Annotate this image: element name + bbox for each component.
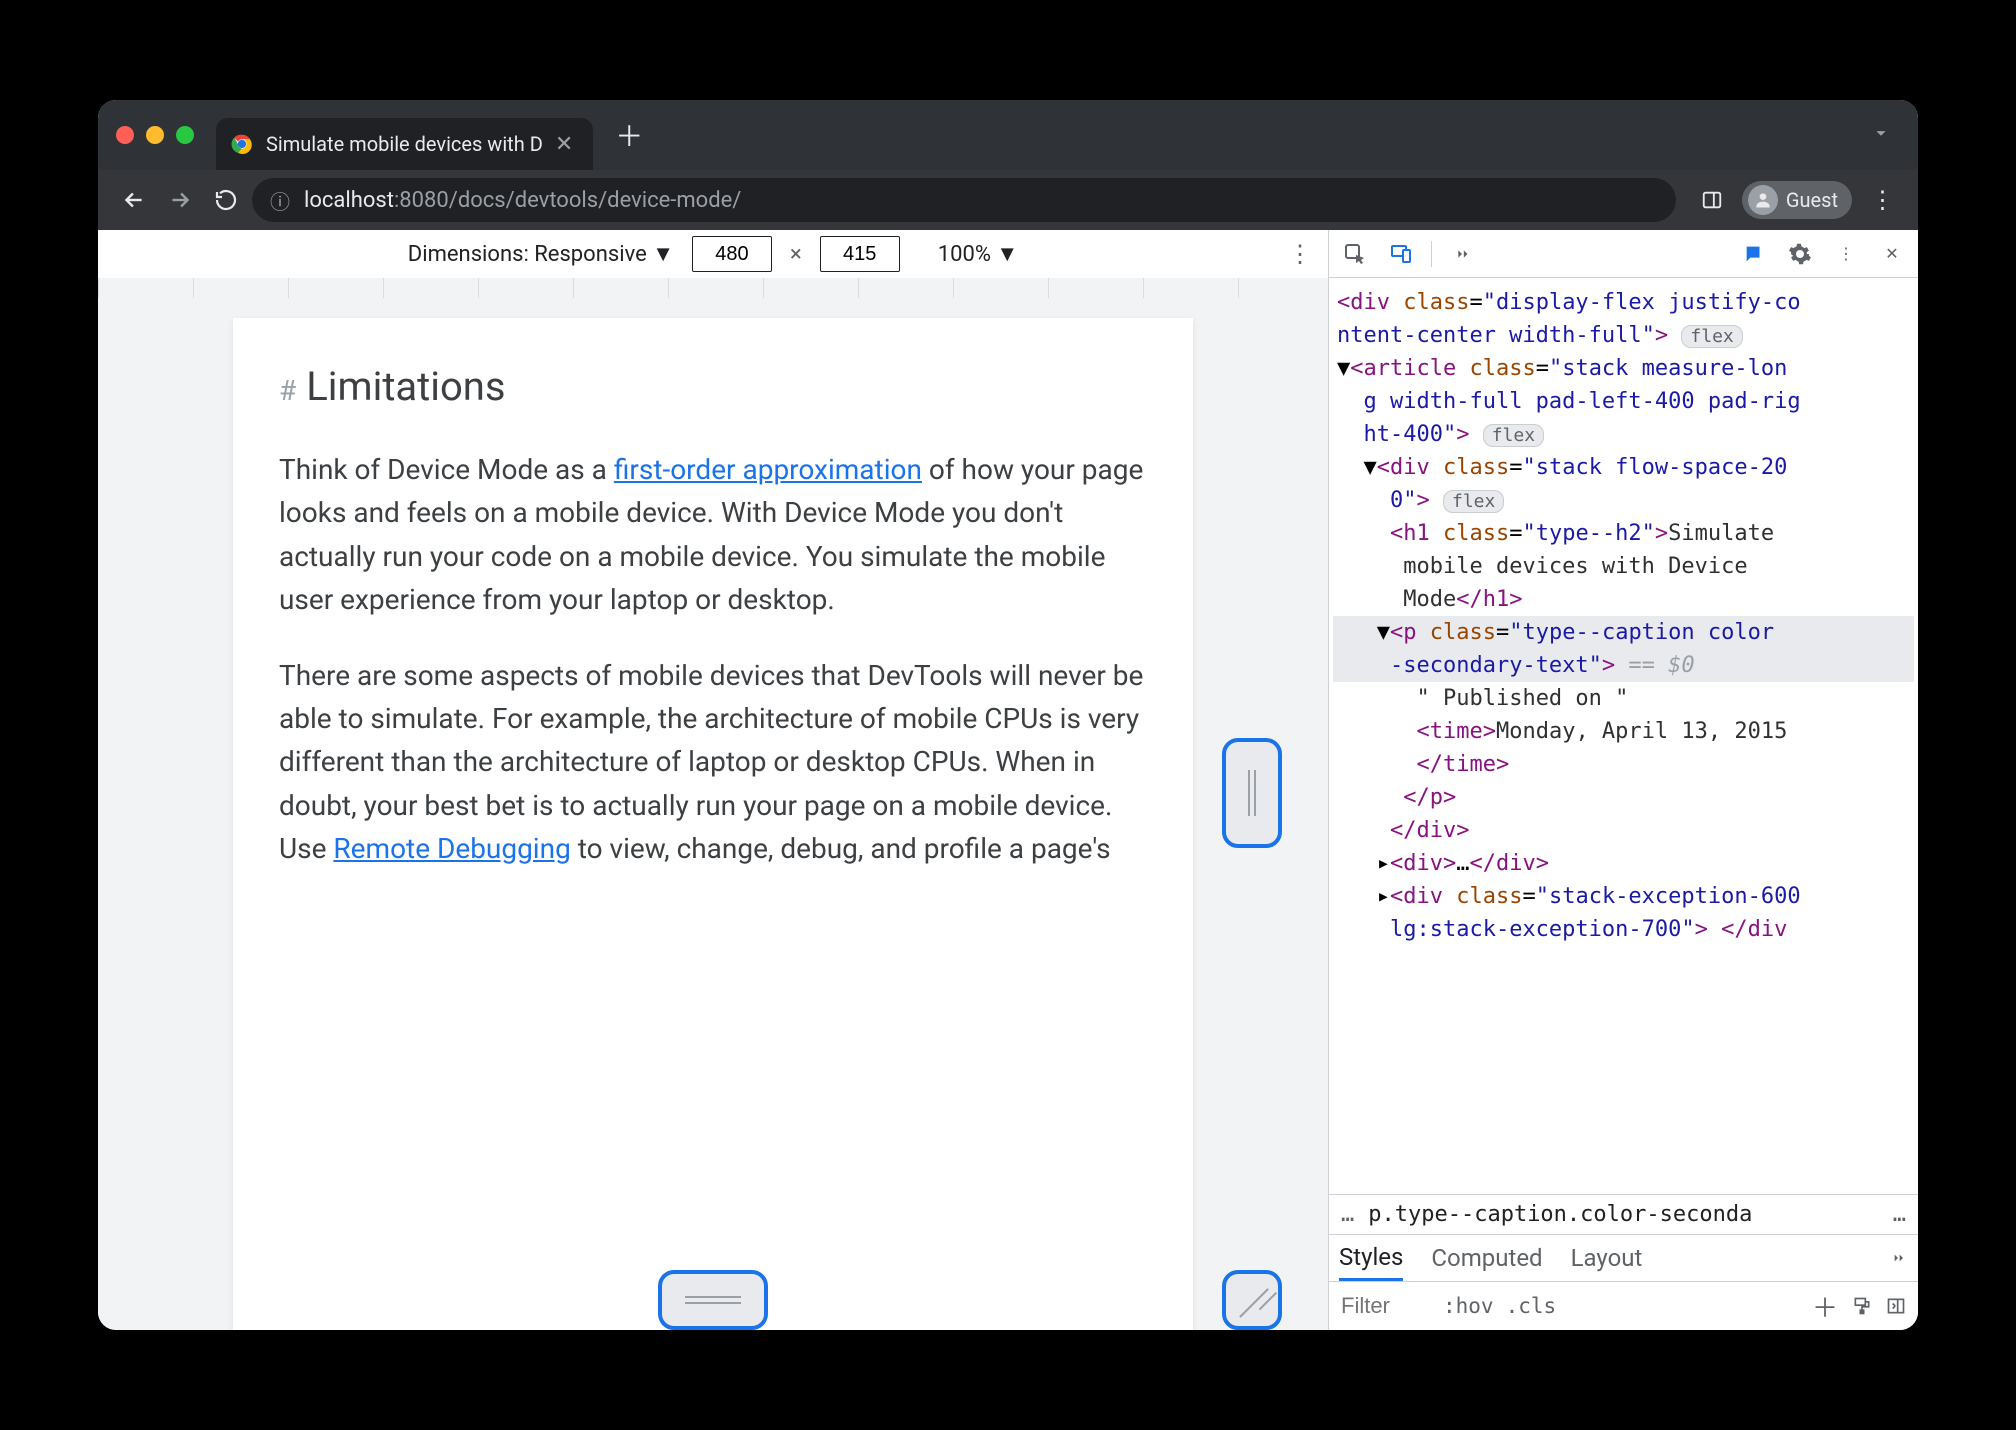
address-bar[interactable]: ⓘ localhost:8080/docs/devtools/device-mo…	[252, 178, 1676, 222]
profile-label: Guest	[1786, 188, 1838, 212]
browser-toolbar: ⓘ localhost:8080/docs/devtools/device-mo…	[98, 170, 1918, 230]
more-tabs-icon[interactable]	[1446, 238, 1478, 270]
close-window-button[interactable]	[116, 126, 134, 144]
side-panel-icon[interactable]	[1692, 180, 1732, 220]
tab-computed[interactable]: Computed	[1431, 1235, 1542, 1281]
styles-toolbar: :hov .cls ＋	[1329, 1282, 1918, 1330]
toolbar-right: Guest ⋮	[1692, 180, 1902, 220]
first-order-link[interactable]: first-order approximation	[614, 453, 922, 486]
remote-debugging-link[interactable]: Remote Debugging	[333, 832, 570, 865]
section-heading: # Limitations	[279, 356, 1147, 418]
devtools-menu-icon[interactable]: ⋮	[1830, 238, 1862, 270]
forward-button[interactable]	[160, 180, 200, 220]
cls-toggle[interactable]: .cls	[1506, 1294, 1557, 1318]
title-bar: Simulate mobile devices with D ✕ ＋	[98, 100, 1918, 170]
paragraph: There are some aspects of mobile devices…	[279, 654, 1147, 871]
issues-icon[interactable]	[1738, 238, 1770, 270]
settings-icon[interactable]	[1784, 238, 1816, 270]
zoom-dropdown[interactable]: 100% ▼	[938, 241, 1018, 267]
device-toggle-icon[interactable]	[1385, 238, 1417, 270]
url-text: localhost:8080/docs/devtools/device-mode…	[304, 188, 741, 213]
resize-handle-right[interactable]	[1222, 738, 1282, 848]
chrome-favicon-icon	[230, 132, 254, 156]
dimension-separator: ×	[790, 242, 802, 267]
reload-button[interactable]	[206, 180, 246, 220]
breadcrumb[interactable]: … p.type--caption.color-seconda …	[1329, 1194, 1918, 1234]
resize-handle-corner[interactable]	[1222, 1270, 1282, 1330]
toggle-sidebar-icon[interactable]	[1886, 1296, 1906, 1316]
tab-title: Simulate mobile devices with D	[266, 132, 543, 156]
minimize-window-button[interactable]	[146, 126, 164, 144]
maximize-window-button[interactable]	[176, 126, 194, 144]
avatar-icon	[1748, 185, 1778, 215]
hov-toggle[interactable]: :hov	[1443, 1294, 1494, 1318]
viewport-body: # Limitations Think of Device Mode as a …	[98, 298, 1328, 1330]
new-style-icon[interactable]: ＋	[1812, 1288, 1838, 1325]
devtools-panel: ⋮ ✕ <div class="display-flex justify-co …	[1328, 230, 1918, 1330]
viewport-ruler	[98, 278, 1328, 298]
device-toolbar: Dimensions: Responsive ▼ × 100% ▼ ⋮	[98, 230, 1328, 278]
height-input[interactable]	[820, 236, 900, 272]
devtools-close-icon[interactable]: ✕	[1876, 238, 1908, 270]
paragraph: Think of Device Mode as a first-order ap…	[279, 448, 1147, 622]
styles-tabstrip: Styles Computed Layout	[1329, 1234, 1918, 1282]
styles-more-icon[interactable]	[1888, 1235, 1908, 1281]
styles-filter-input[interactable]	[1341, 1293, 1431, 1319]
width-input[interactable]	[692, 236, 772, 272]
window-controls	[116, 126, 194, 144]
elements-tree[interactable]: <div class="display-flex justify-co nten…	[1329, 278, 1918, 1194]
heading-anchor-icon[interactable]: #	[279, 369, 296, 412]
browser-window: Simulate mobile devices with D ✕ ＋ ⓘ loc…	[98, 100, 1918, 1330]
browser-tab[interactable]: Simulate mobile devices with D ✕	[216, 118, 593, 170]
dimensions-dropdown[interactable]: Dimensions: Responsive ▼	[408, 241, 674, 267]
tab-close-icon[interactable]: ✕	[555, 132, 573, 157]
new-tab-button[interactable]: ＋	[615, 115, 643, 155]
device-viewport-panel: Dimensions: Responsive ▼ × 100% ▼ ⋮ # Li…	[98, 230, 1328, 1330]
devtools-tabstrip: ⋮ ✕	[1329, 230, 1918, 278]
back-button[interactable]	[114, 180, 154, 220]
profile-button[interactable]: Guest	[1742, 181, 1852, 219]
tab-layout[interactable]: Layout	[1571, 1235, 1643, 1281]
tabs-dropdown-icon[interactable]	[1870, 122, 1892, 144]
inspect-element-icon[interactable]	[1339, 238, 1371, 270]
browser-menu-button[interactable]: ⋮	[1862, 180, 1902, 220]
resize-handle-bottom[interactable]	[658, 1270, 768, 1330]
paint-icon[interactable]	[1852, 1296, 1872, 1316]
page-content: # Limitations Think of Device Mode as a …	[233, 318, 1193, 1330]
tab-styles[interactable]: Styles	[1339, 1235, 1403, 1281]
site-info-icon[interactable]: ⓘ	[270, 186, 290, 215]
device-more-icon[interactable]: ⋮	[1288, 240, 1312, 268]
